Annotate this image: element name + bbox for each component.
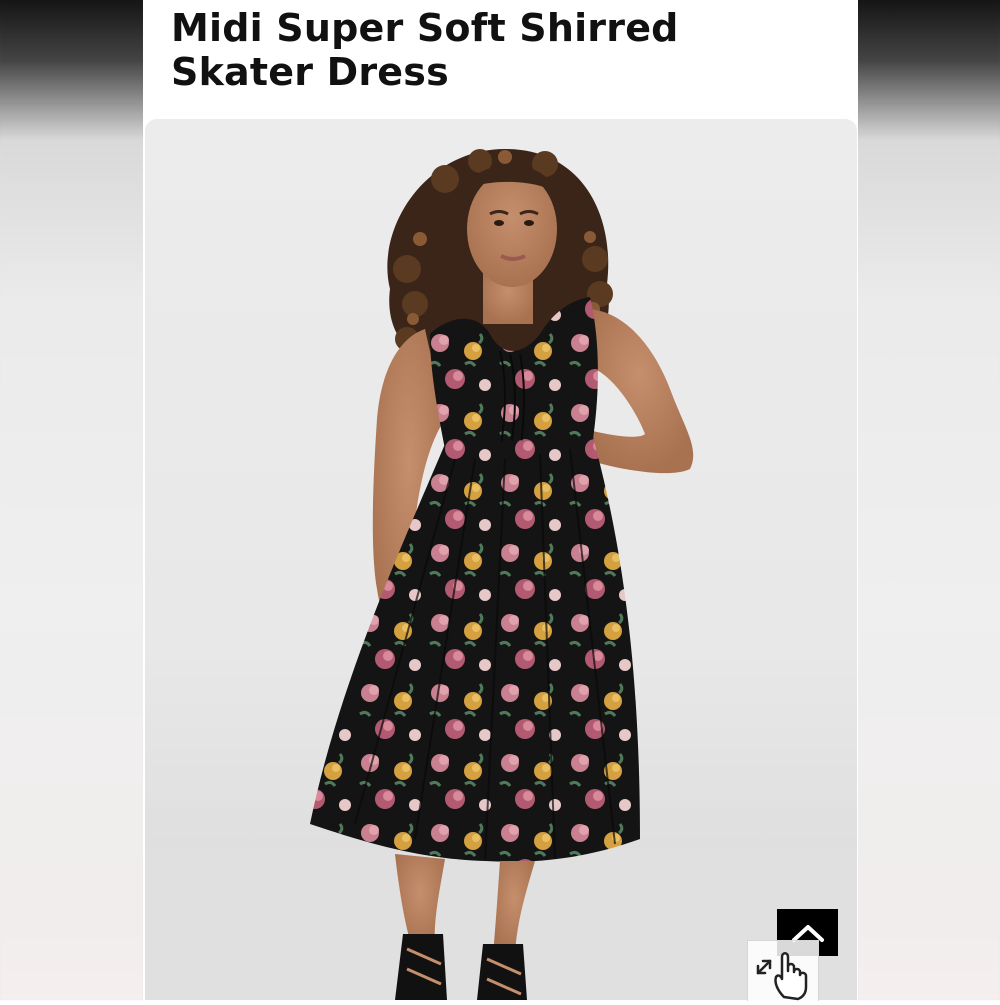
blurred-side-right	[858, 0, 1000, 1000]
zoom-expand-button[interactable]	[747, 940, 819, 1001]
product-image[interactable]	[145, 119, 857, 1000]
blurred-side-left	[0, 0, 143, 1000]
product-title: Midi Super Soft Shirred Skater Dress	[171, 6, 831, 94]
model-illustration	[145, 119, 857, 1000]
product-panel: Midi Super Soft Shirred Skater Dress	[143, 0, 858, 1000]
pointer-hand-expand-icon	[748, 941, 818, 1001]
